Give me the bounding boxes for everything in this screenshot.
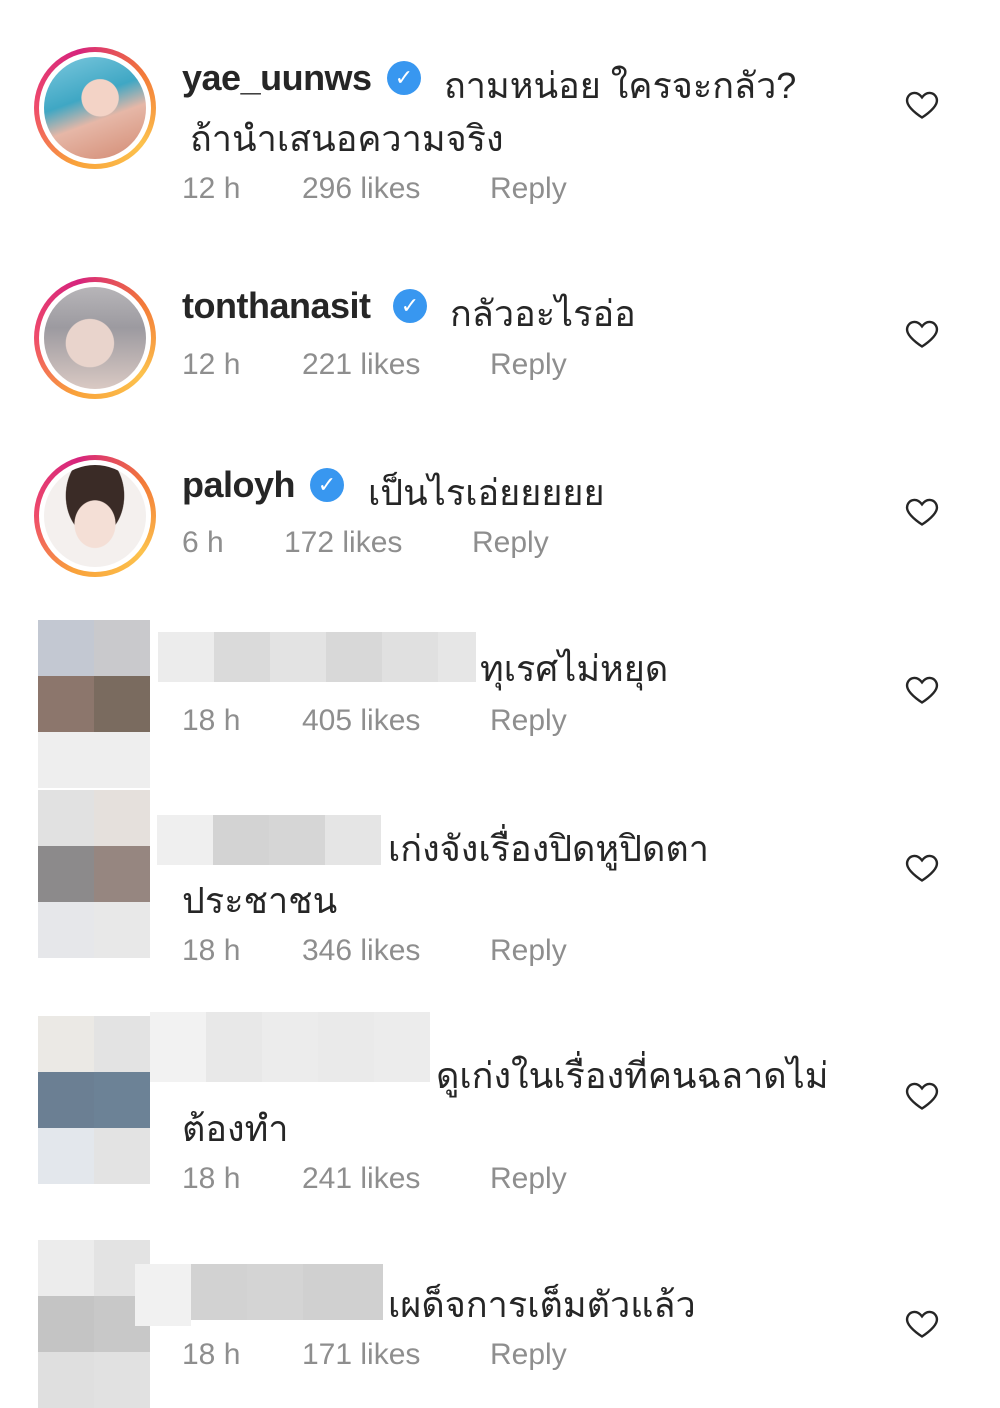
blurred-avatar[interactable] bbox=[38, 1240, 150, 1408]
comment-item: เก่งจังเรื่องปิดหูปิดตา ประชาชน 18 h 346… bbox=[0, 780, 1000, 1000]
reply-button[interactable]: Reply bbox=[490, 934, 567, 968]
comment-likes[interactable]: 346 likes bbox=[302, 934, 420, 968]
heart-outline-icon[interactable] bbox=[904, 86, 940, 122]
comment-time: 6 h bbox=[182, 526, 224, 559]
comment-item: tonthanasit ✓ กลัวอะไรอ่อ 12 h 221 likes… bbox=[0, 240, 1000, 420]
story-avatar[interactable] bbox=[34, 277, 156, 399]
reply-button[interactable]: Reply bbox=[490, 348, 567, 382]
comment-text: ทุเรศไม่หยุด bbox=[480, 648, 669, 689]
comment-time: 18 h bbox=[182, 1162, 241, 1195]
comment-text: กลัวอะไรอ่อ bbox=[450, 293, 636, 334]
comment-text-line2: ถ้านำเสนอความจริง bbox=[190, 118, 504, 159]
blurred-username bbox=[157, 815, 381, 865]
reply-button[interactable]: Reply bbox=[490, 1162, 567, 1196]
comment-time: 12 h bbox=[182, 172, 241, 205]
comment-item: เผด็จการเต็มตัวแล้ว 18 h 171 likes Reply bbox=[0, 1230, 1000, 1408]
verified-badge-icon: ✓ bbox=[393, 289, 427, 323]
comment-username[interactable]: yae_uunws bbox=[182, 57, 372, 99]
comment-item: ดูเก่งในเรื่องที่คนฉลาดไม่ ต้องทำ 18 h 2… bbox=[0, 1000, 1000, 1230]
blurred-username bbox=[158, 632, 476, 682]
comment-text-line2: ประชาชน bbox=[182, 880, 338, 921]
comment-text: ถามหน่อย ใครจะกลัว? bbox=[444, 65, 797, 106]
comment-text: เป็นไรเอ่ยยยยย bbox=[368, 472, 605, 513]
heart-outline-icon[interactable] bbox=[904, 493, 940, 529]
blurred-avatar[interactable] bbox=[38, 1016, 150, 1184]
comment-likes[interactable]: 221 likes bbox=[302, 348, 420, 382]
comment-text-line2: ต้องทำ bbox=[182, 1108, 289, 1149]
heart-outline-icon[interactable] bbox=[904, 1305, 940, 1341]
comment-time: 18 h bbox=[182, 704, 241, 737]
comment-time: 18 h bbox=[182, 1338, 241, 1371]
blurred-username bbox=[150, 1012, 430, 1082]
comment-time: 12 h bbox=[182, 348, 241, 381]
comment-item: yae_uunws ✓ ถามหน่อย ใครจะกลัว? ถ้านำเสน… bbox=[0, 0, 1000, 240]
comment-text: เก่งจังเรื่องปิดหูปิดตา bbox=[388, 828, 709, 869]
blurred-avatar[interactable] bbox=[38, 620, 150, 788]
verified-badge-icon: ✓ bbox=[310, 468, 344, 502]
comment-likes[interactable]: 171 likes bbox=[302, 1338, 420, 1372]
story-avatar[interactable] bbox=[34, 47, 156, 169]
story-avatar[interactable] bbox=[34, 455, 156, 577]
heart-outline-icon[interactable] bbox=[904, 1077, 940, 1113]
comment-likes[interactable]: 296 likes bbox=[302, 172, 420, 206]
comment-text: เผด็จการเต็มตัวแล้ว bbox=[388, 1284, 696, 1325]
reply-button[interactable]: Reply bbox=[490, 172, 567, 206]
reply-button[interactable]: Reply bbox=[490, 1338, 567, 1372]
comment-item: paloyh ✓ เป็นไรเอ่ยยยยย 6 h 172 likes Re… bbox=[0, 420, 1000, 600]
comment-time: 18 h bbox=[182, 934, 241, 967]
comment-likes[interactable]: 241 likes bbox=[302, 1162, 420, 1196]
comment-likes[interactable]: 405 likes bbox=[302, 704, 420, 738]
reply-button[interactable]: Reply bbox=[472, 526, 549, 560]
comment-item: ทุเรศไม่หยุด 18 h 405 likes Reply bbox=[0, 600, 1000, 788]
comment-likes[interactable]: 172 likes bbox=[284, 526, 402, 560]
blurred-avatar[interactable] bbox=[38, 790, 150, 958]
heart-outline-icon[interactable] bbox=[904, 315, 940, 351]
verified-badge-icon: ✓ bbox=[387, 61, 421, 95]
heart-outline-icon[interactable] bbox=[904, 849, 940, 885]
heart-outline-icon[interactable] bbox=[904, 671, 940, 707]
comment-username[interactable]: paloyh bbox=[182, 464, 296, 506]
comment-username[interactable]: tonthanasit bbox=[182, 285, 371, 327]
blurred-username bbox=[135, 1264, 383, 1326]
reply-button[interactable]: Reply bbox=[490, 704, 567, 738]
comment-text: ดูเก่งในเรื่องที่คนฉลาดไม่ bbox=[436, 1055, 829, 1096]
